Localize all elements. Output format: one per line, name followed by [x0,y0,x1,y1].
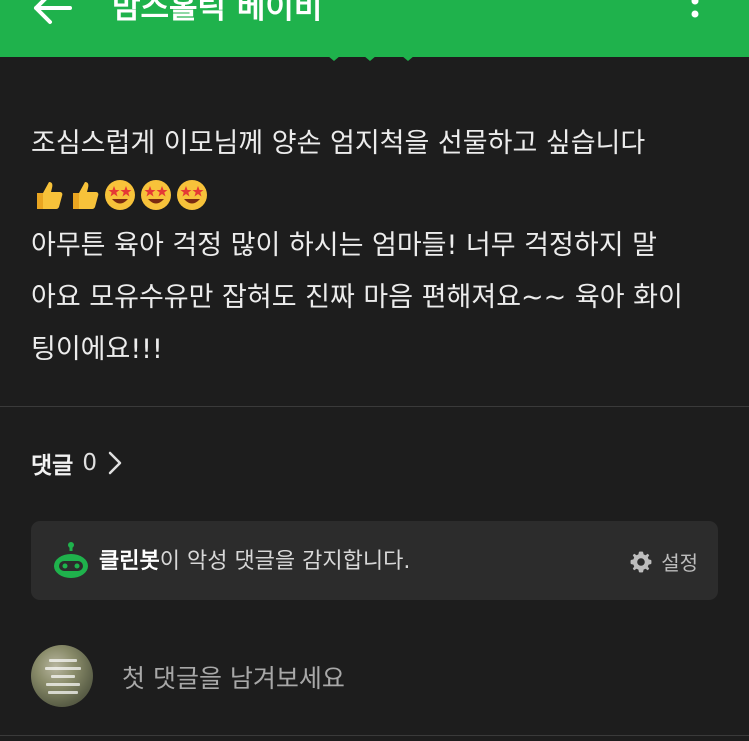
thumbs-up-icon [73,182,99,209]
settings-label: 설정 [661,551,698,575]
cleanbot-name: 클린봇 [99,549,160,574]
avatar [31,645,93,707]
comments-label: 댓글 [31,453,74,479]
post-line: 아요 모유수유만 잡혀도 진짜 마음 편해져요~~ 육아 화이 [31,282,683,313]
app-header: 맘스홀릭 베이비 [0,0,749,57]
post-line: 아무튼 육아 걱정 많이 하시는 엄마들! 너무 걱정하지 말 [31,230,657,261]
scroll-indicator [327,52,415,61]
gear-icon [630,551,652,572]
cleanbot-message: 클린봇이 악성 댓글을 감지합니다. [99,543,410,575]
section-divider [0,406,749,407]
cleanbot-settings-button[interactable]: 설정 [629,547,698,576]
star-struck-icon [177,180,207,210]
cleanbot-message-text: 이 악성 댓글을 감지합니다. [159,549,411,574]
star-struck-icon [141,180,171,210]
post-line: 팅이에요!!! [31,334,163,365]
emoji-row [31,170,731,220]
comments-count: 0 [82,450,97,476]
thumbs-up-icon [37,182,63,209]
star-struck-icon [105,180,135,210]
post-content: 조심스럽게 이모님께 양손 엄지척을 선물하고 싶습니다 아무튼 육아 걱정 많… [31,118,731,376]
cleanbot-notice: 클린봇이 악성 댓글을 감지합니다. 설정 [31,521,718,600]
post-line: 조심스럽게 이모님께 양손 엄지척을 선물하고 싶습니다 [31,128,646,159]
arrow-left-icon[interactable] [30,0,74,28]
page-title: 맘스홀릭 베이비 [112,0,323,26]
comment-input[interactable]: 첫 댓글을 남겨보세요 [122,659,345,695]
more-vertical-icon[interactable] [680,0,710,30]
comments-link[interactable]: 댓글 0 [31,445,123,481]
section-divider [0,735,749,736]
chevron-right-icon [108,451,122,475]
robot-icon [54,542,88,578]
